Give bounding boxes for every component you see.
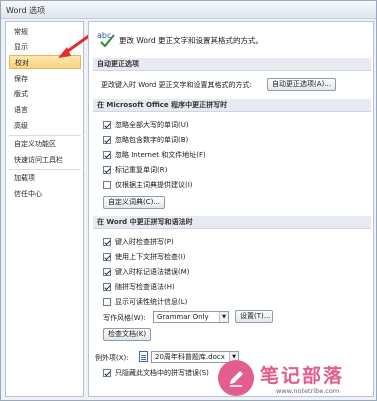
sidebar-item-label: 快速访问工具栏 <box>14 156 63 164</box>
sidebar-item-label: 版式 <box>14 90 28 98</box>
check-spelling-as-you-type-label: 键入时检查拼写(P) <box>115 238 174 246</box>
word-document-icon <box>139 351 148 362</box>
ignore-internet-checkbox[interactable] <box>103 151 111 159</box>
watermark-logo: 笔记部落 www.notetribe.com <box>214 357 374 399</box>
sidebar-item-label: 常规 <box>14 28 28 36</box>
sidebar-item-proofing[interactable]: 校对 <box>9 55 81 69</box>
title-bar: Word 选项 <box>1 1 376 19</box>
flag-repeated-checkbox[interactable] <box>103 166 111 174</box>
writing-style-select[interactable]: Grammar Only ▼ <box>153 311 229 323</box>
hide-spelling-errors-label: 只隐藏此文档中的拼写错误(S) <box>115 369 209 377</box>
sidebar-item-customize-ribbon[interactable]: 自定义功能区 <box>9 137 81 151</box>
readability-statistics-checkbox[interactable] <box>103 298 111 306</box>
ignore-numbers-label: 忽略包含数字的单词(B) <box>115 136 189 144</box>
mark-grammar-errors-checkbox[interactable] <box>103 268 111 276</box>
check-spelling-as-you-type-checkbox[interactable] <box>103 238 111 246</box>
exceptions-label: 例外项(X): <box>95 354 129 362</box>
watermark-title: 笔记部落 <box>260 365 345 387</box>
sidebar-item-label: 校对 <box>15 59 29 67</box>
panel-description: 更改 Word 更正文字和设置其格式的方式。 <box>119 36 264 45</box>
sidebar-item-advanced[interactable]: 高级 <box>9 119 81 133</box>
custom-dictionaries-button[interactable]: 自定义词典(C)... <box>103 196 166 209</box>
window-title: Word 选项 <box>6 6 46 15</box>
abc-check-icon: abc <box>97 31 115 48</box>
sidebar-item-layout[interactable]: 版式 <box>9 87 81 101</box>
sidebar-item-add-ins[interactable]: 加载项 <box>9 171 81 185</box>
sidebar-item-save[interactable]: 保存 <box>9 72 81 86</box>
sidebar-item-label: 信任中心 <box>14 190 42 198</box>
word-options-window: Word 选项 常规 显示 校对 保存 版式 语言 高级 自定义功能区 快速访问… <box>0 0 377 401</box>
check-grammar-with-spelling-checkbox[interactable] <box>103 283 111 291</box>
pen-icon <box>218 360 254 396</box>
sidebar-divider <box>9 135 81 136</box>
sidebar-item-label: 显示 <box>14 43 28 51</box>
mark-grammar-errors-label: 键入时标记语法错误(M) <box>115 268 190 276</box>
ignore-uppercase-label: 忽略全部大写的单词(U) <box>115 121 189 129</box>
writing-style-value: Grammar Only <box>157 313 209 321</box>
chevron-down-icon: ▼ <box>219 312 228 322</box>
watermark-url: www.notetribe.com <box>276 387 340 395</box>
autocorrect-description: 更改键入时 Word 更正文字和设置其格式的方式: <box>101 81 252 89</box>
section-office-spelling: 在 Microsoft Office 程序中更正拼写时 <box>93 99 371 112</box>
autocorrect-options-button[interactable]: 自动更正选项(A)... <box>267 78 336 91</box>
sidebar-item-label: 高级 <box>14 122 28 130</box>
sidebar-item-trust-center[interactable]: 信任中心 <box>9 187 81 201</box>
sidebar-item-label: 保存 <box>14 75 28 83</box>
sidebar-item-display[interactable]: 显示 <box>9 40 81 54</box>
ignore-internet-label: 忽略 Internet 和文件地址(F) <box>115 151 206 159</box>
sidebar-item-label: 加载项 <box>14 174 35 182</box>
writing-style-label: 写作风格(W): <box>103 314 146 322</box>
contextual-spelling-checkbox[interactable] <box>103 253 111 261</box>
recheck-document-button[interactable]: 检查文档(K) <box>103 328 152 341</box>
sidebar-divider <box>9 169 81 170</box>
sidebar-item-label: 语言 <box>14 106 28 114</box>
proofing-panel: abc 更改 Word 更正文字和设置其格式的方式。 自动更正选项 更改键入时 … <box>88 21 374 397</box>
sidebar-item-general[interactable]: 常规 <box>9 25 81 39</box>
hide-spelling-errors-checkbox[interactable] <box>103 369 111 377</box>
contextual-spelling-label: 使用上下文拼写检查(I) <box>115 253 186 261</box>
ignore-numbers-checkbox[interactable] <box>103 136 111 144</box>
main-dictionary-only-label: 仅根据主词典提供建议(I) <box>115 181 193 189</box>
svg-text:abc: abc <box>97 31 111 40</box>
options-sidebar: 常规 显示 校对 保存 版式 语言 高级 自定义功能区 快速访问工具栏 加载项 … <box>5 21 84 397</box>
readability-statistics-label: 显示可读性统计信息(L) <box>115 298 188 306</box>
grammar-settings-button[interactable]: 设置(T)... <box>235 310 273 323</box>
check-grammar-with-spelling-label: 随拼写检查语法(H) <box>115 283 175 291</box>
flag-repeated-label: 标记重复单词(R) <box>115 166 168 174</box>
ignore-uppercase-checkbox[interactable] <box>103 121 111 129</box>
section-word-spelling: 在 Word 中更正拼写和语法时 <box>93 216 371 229</box>
section-autocorrect: 自动更正选项 <box>93 58 371 71</box>
sidebar-item-quick-access-toolbar[interactable]: 快速访问工具栏 <box>9 153 81 167</box>
sidebar-item-label: 自定义功能区 <box>14 140 56 148</box>
panel-header: abc 更改 Word 更正文字和设置其格式的方式。 <box>95 27 371 53</box>
sidebar-item-language[interactable]: 语言 <box>9 103 81 117</box>
main-dictionary-only-checkbox[interactable] <box>103 181 111 189</box>
